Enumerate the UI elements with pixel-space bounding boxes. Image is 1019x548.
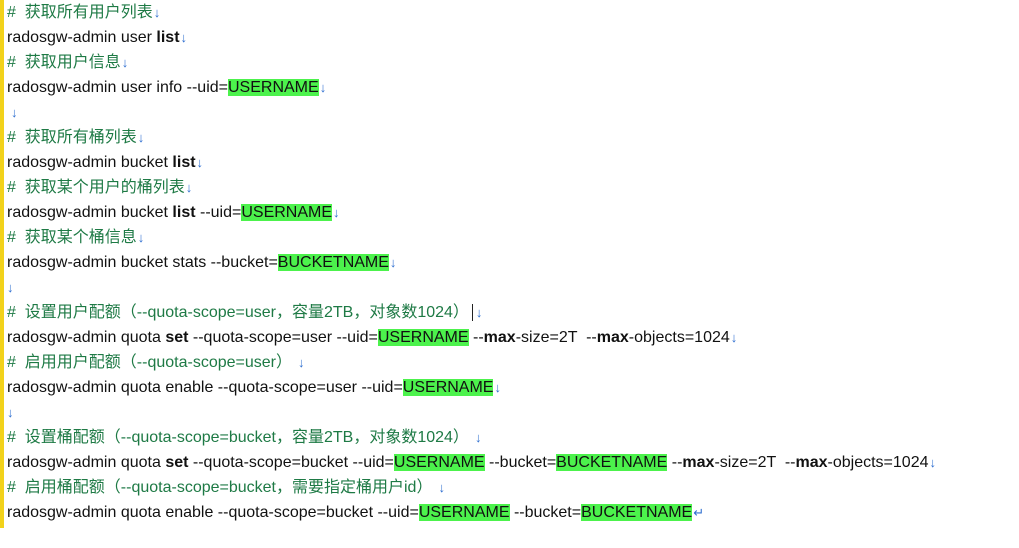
code-text: radosgw-admin quota [7,454,166,471]
comment-text: # 启用桶配额（--quota-scope=bucket，需要指定桶用户id） [7,479,433,496]
code-text: --quota-scope=user --uid= [188,329,378,346]
highlighted-placeholder: BUCKETNAME [277,254,389,271]
paragraph-mark-icon: ↓ [153,5,161,20]
comment-text: # 设置桶配额（--quota-scope=bucket，容量2TB，对象数10… [7,429,469,446]
code-line: radosgw-admin quota enable --quota-scope… [7,500,1019,525]
code-text: -objects=1024 [827,454,929,471]
keyword: max [795,454,828,471]
highlighted-placeholder: BUCKETNAME [581,504,693,521]
paragraph-mark-icon: ↓ [121,55,129,70]
paragraph-mark-icon: ↓ [137,230,145,245]
code-line: radosgw-admin user list↓ [7,25,1019,50]
comment-line: # 获取所有用户列表↓ [7,0,1019,25]
paragraph-mark-icon: ↓ [7,280,14,295]
comment-line: # 获取某个桶信息↓ [7,225,1019,250]
paragraph-mark-icon: ↓ [196,155,204,170]
code-text: radosgw-admin bucket [7,204,173,221]
code-line: radosgw-admin quota set --quota-scope=bu… [7,450,1019,475]
code-text: --bucket= [509,504,582,521]
code-line: radosgw-admin quota enable --quota-scope… [7,375,1019,400]
comment-line: # 设置桶配额（--quota-scope=bucket，容量2TB，对象数10… [7,425,1019,450]
code-text: -objects=1024 [628,329,730,346]
code-text: radosgw-admin bucket [7,154,173,171]
code-text: radosgw-admin quota enable --quota-scope… [7,379,403,396]
text-cursor [471,304,473,322]
highlighted-placeholder: BUCKETNAME [556,454,668,471]
highlighted-placeholder: USERNAME [377,329,469,346]
document-lines: # 获取所有用户列表↓ radosgw-admin user list↓ # 获… [7,0,1019,525]
comment-line: # 设置用户配额（--quota-scope=user，容量2TB，对象数102… [7,300,1019,325]
change-bar [0,0,4,528]
paragraph-mark-icon: ↓ [180,30,188,45]
code-line: radosgw-admin bucket list --uid=USERNAME… [7,200,1019,225]
code-text: -- [468,329,484,346]
paragraph-mark-icon: ↓ [494,380,501,395]
code-line: radosgw-admin quota set --quota-scope=us… [7,325,1019,350]
keyword: set [165,329,189,346]
highlighted-placeholder: USERNAME [402,379,494,396]
paragraph-mark-icon: ↓ [333,205,340,220]
keyword: max [596,329,629,346]
paragraph-mark-icon: ↓ [7,405,14,420]
keyword: max [483,329,516,346]
highlighted-placeholder: USERNAME [241,204,333,221]
comment-text: # 获取用户信息 [7,54,121,71]
keyword: set [165,454,189,471]
highlighted-placeholder: USERNAME [418,504,510,521]
comment-line: # 启用桶配额（--quota-scope=bucket，需要指定桶用户id） ↓ [7,475,1019,500]
paragraph-mark-icon: ↓ [475,305,483,320]
code-text: -size=2T -- [515,329,597,346]
text-editor[interactable]: # 获取所有用户列表↓ radosgw-admin user list↓ # 获… [0,0,1019,548]
code-text: radosgw-admin user info --uid= [7,79,228,96]
paragraph-mark-icon: ↓ [474,430,482,445]
keyword: list [156,29,180,46]
code-line: radosgw-admin bucket list↓ [7,150,1019,175]
code-text: radosgw-admin user [7,29,157,46]
empty-line: ↓ [7,400,1019,425]
comment-text: # 设置用户配额（--quota-scope=user，容量2TB，对象数102… [7,304,469,321]
comment-text: # 获取某个桶信息 [7,229,137,246]
comment-line: # 获取某个用户的桶列表↓ [7,175,1019,200]
line-end-mark-icon: ↵ [693,505,705,520]
comment-line: # 启用用户配额（--quota-scope=user） ↓ [7,350,1019,375]
comment-text: # 获取所有桶列表 [7,129,137,146]
empty-line: ↓ [7,275,1019,300]
code-line: radosgw-admin user info --uid=USERNAME↓ [7,75,1019,100]
code-text: --bucket= [484,454,557,471]
code-text: radosgw-admin quota enable --quota-scope… [7,504,419,521]
highlighted-placeholder: USERNAME [228,79,319,96]
paragraph-mark-icon: ↓ [319,80,327,95]
comment-text: # 启用用户配额（--quota-scope=user） [7,354,292,371]
keyword: list [172,154,196,171]
comment-line: # 获取用户信息↓ [7,50,1019,75]
code-text: -- [667,454,683,471]
code-text: --uid= [195,204,242,221]
paragraph-mark-icon: ↓ [185,180,193,195]
paragraph-mark-icon: ↓ [137,130,145,145]
comment-text: # 获取所有用户列表 [7,4,153,21]
code-text: radosgw-admin bucket stats --bucket= [7,254,278,271]
code-text: -size=2T -- [714,454,796,471]
paragraph-mark-icon: ↓ [730,330,738,345]
keyword: list [172,204,196,221]
code-line: radosgw-admin bucket stats --bucket=BUCK… [7,250,1019,275]
paragraph-mark-icon: ↓ [929,455,937,470]
comment-line: # 获取所有桶列表↓ [7,125,1019,150]
empty-line: ↓ [7,100,1019,125]
keyword: max [682,454,715,471]
highlighted-placeholder: USERNAME [393,454,485,471]
paragraph-mark-icon: ↓ [389,255,397,270]
paragraph-mark-icon: ↓ [438,480,445,495]
code-text: --quota-scope=bucket --uid= [188,454,394,471]
code-text: radosgw-admin quota [7,329,166,346]
paragraph-mark-icon: ↓ [297,355,305,370]
paragraph-mark-icon: ↓ [11,105,18,120]
comment-text: # 获取某个用户的桶列表 [7,179,185,196]
